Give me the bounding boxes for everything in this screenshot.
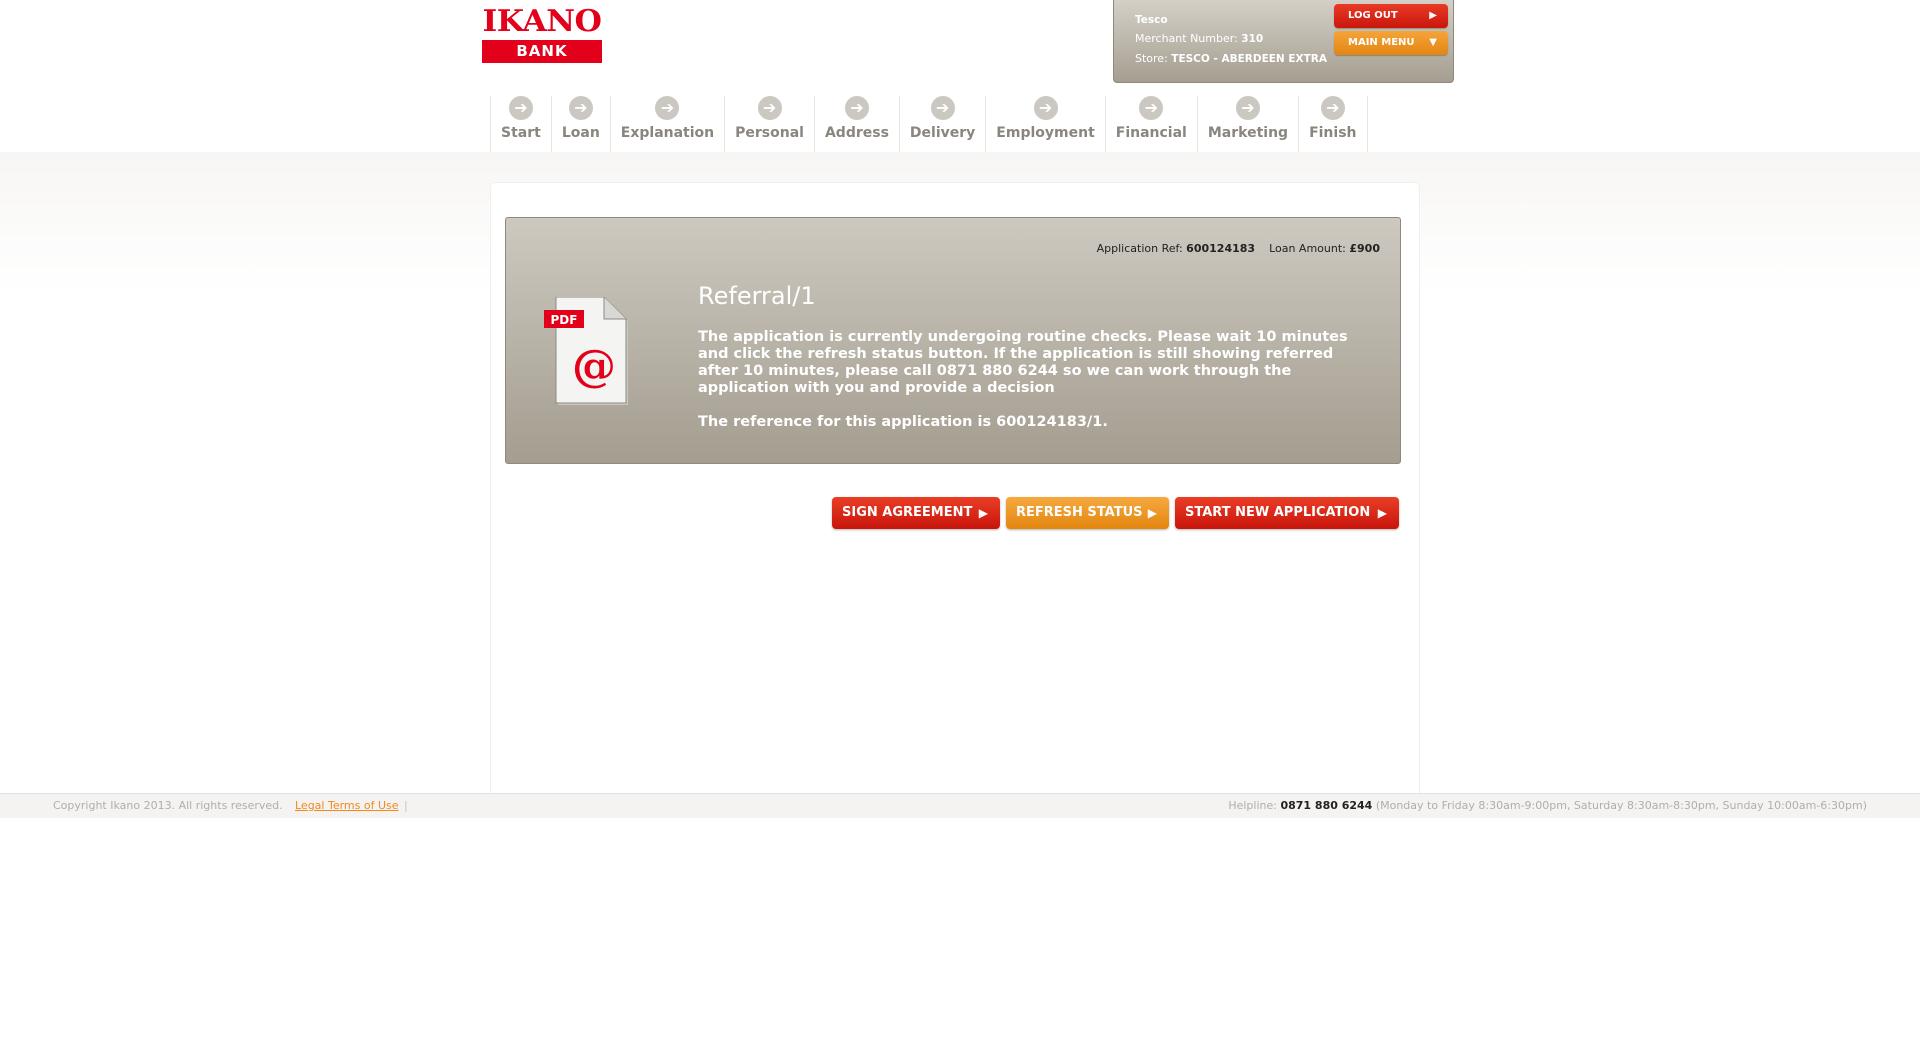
merchant-panel: Tesco Merchant Number: 310 Store: TESCO … — [1113, 0, 1454, 83]
step-explanation[interactable]: ➔ Explanation — [611, 96, 726, 152]
refresh-status-button[interactable]: REFRESH STATUS ▶ — [1006, 497, 1169, 529]
logout-label: LOG OUT — [1348, 10, 1398, 21]
pdf-document-icon: @ PDF — [544, 297, 628, 405]
merchant-name: Tesco — [1135, 14, 1168, 26]
arrow-circle-icon: ➔ — [844, 96, 869, 120]
pdf-badge: PDF — [551, 313, 578, 327]
arrow-circle-icon: ➔ — [655, 96, 680, 120]
arrow-circle-icon: ➔ — [930, 96, 955, 120]
arrow-circle-icon: ➔ — [1320, 96, 1345, 120]
step-start[interactable]: ➔ Start — [490, 96, 552, 152]
logo-bank-bar: BANK — [482, 40, 602, 63]
arrow-right-icon: ▶ — [978, 506, 988, 520]
step-label: Explanation — [620, 125, 715, 141]
refresh-status-label: REFRESH STATUS — [1016, 505, 1143, 520]
arrow-circle-icon: ➔ — [1033, 96, 1058, 120]
main-menu-label: MAIN MENU — [1348, 37, 1415, 48]
arrow-right-icon: ▶ — [1377, 506, 1387, 520]
logout-button[interactable]: LOG OUT ▶ — [1334, 4, 1448, 28]
merchant-number: Merchant Number: 310 — [1135, 32, 1264, 45]
step-personal[interactable]: ➔ Personal — [725, 96, 815, 152]
arrow-right-icon: ▶ — [1429, 10, 1437, 21]
svg-text:@: @ — [572, 341, 616, 392]
step-financial[interactable]: ➔ Financial — [1106, 96, 1198, 152]
start-new-application-label: START NEW APPLICATION — [1185, 505, 1371, 520]
helpline-info: Helpline: 0871 880 6244 (Monday to Frida… — [1228, 799, 1867, 812]
step-delivery[interactable]: ➔ Delivery — [900, 96, 987, 152]
step-label: Loan — [561, 125, 600, 141]
step-label: Financial — [1115, 125, 1187, 141]
step-label: Employment — [996, 125, 1095, 141]
step-loan[interactable]: ➔ Loan — [552, 96, 611, 152]
arrow-circle-icon: ➔ — [1139, 96, 1164, 120]
store-info: Store: TESCO - ABERDEEN EXTRA — [1135, 52, 1328, 65]
arrow-right-icon: ▶ — [1147, 506, 1157, 520]
legal-terms-link[interactable]: Legal Terms of Use — [295, 794, 399, 818]
step-employment[interactable]: ➔ Employment — [986, 96, 1106, 152]
copyright-text: Copyright Ikano 2013. All rights reserve… — [53, 799, 283, 812]
application-summary: Application Ref: 600124183 Loan Amount: … — [1096, 242, 1380, 255]
application-steps: ➔ Start ➔ Loan ➔ Explanation ➔ Personal … — [490, 96, 1368, 152]
step-label: Address — [824, 125, 889, 141]
application-reference: The reference for this application is 60… — [698, 414, 1108, 430]
sign-agreement-label: SIGN AGREEMENT — [842, 505, 973, 520]
step-finish[interactable]: ➔ Finish — [1299, 96, 1368, 152]
step-address[interactable]: ➔ Address — [815, 96, 900, 152]
arrow-down-icon: ▼ — [1429, 37, 1437, 48]
logo-wordmark: IKANO — [482, 4, 602, 39]
sign-agreement-button[interactable]: SIGN AGREEMENT ▶ — [832, 497, 1000, 529]
step-label: Delivery — [909, 125, 976, 141]
step-label: Start — [501, 125, 541, 141]
arrow-circle-icon: ➔ — [1235, 96, 1260, 120]
step-label: Finish — [1309, 125, 1357, 141]
step-label: Marketing — [1207, 125, 1289, 141]
footer-separator: | — [404, 799, 408, 812]
step-label: Personal — [735, 125, 804, 141]
arrow-circle-icon: ➔ — [568, 96, 593, 120]
arrow-circle-icon: ➔ — [757, 96, 782, 120]
start-new-application-button[interactable]: START NEW APPLICATION ▶ — [1175, 497, 1399, 529]
footer: Copyright Ikano 2013. All rights reserve… — [0, 793, 1920, 818]
status-message: The application is currently undergoing … — [698, 329, 1348, 396]
main-menu-button[interactable]: MAIN MENU ▼ — [1334, 31, 1448, 55]
step-marketing[interactable]: ➔ Marketing — [1198, 96, 1300, 152]
referral-status-panel: Application Ref: 600124183 Loan Amount: … — [505, 217, 1401, 464]
ikano-bank-logo[interactable]: IKANO BANK — [482, 4, 602, 63]
arrow-circle-icon: ➔ — [508, 96, 533, 120]
status-title: Referral/1 — [698, 282, 816, 310]
